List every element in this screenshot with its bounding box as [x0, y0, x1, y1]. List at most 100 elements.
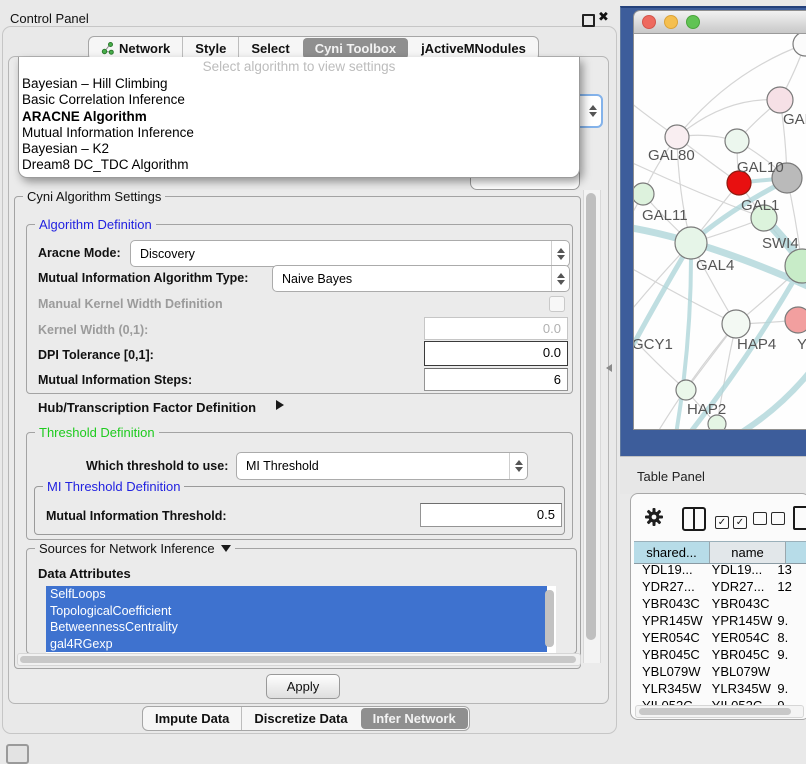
attribute-item-selfloops[interactable]: SelfLoops	[46, 586, 547, 603]
select-all-columns-icon[interactable]: ✓✓	[715, 512, 751, 530]
aracne-mode-select[interactable]: Discovery	[130, 240, 570, 267]
combo-arrows-icon	[509, 453, 527, 479]
split-columns-icon[interactable]	[682, 507, 706, 531]
column-header-shared[interactable]: shared...	[634, 542, 710, 563]
network-window-titlebar[interactable]	[634, 11, 806, 34]
manual-kernel-checkbox[interactable]	[549, 296, 565, 312]
deselect-all-columns-icon[interactable]	[753, 512, 789, 530]
table-row[interactable]: YLR345WYLR345W9.	[634, 681, 806, 698]
table-cell: YER054C	[704, 630, 774, 647]
node-gal[interactable]	[767, 87, 793, 113]
node-gal10[interactable]	[725, 129, 749, 153]
table-horizontal-scrollbar-thumb[interactable]	[639, 708, 791, 715]
attribute-item-gal4rgexp[interactable]: gal4RGexp	[46, 636, 547, 653]
settings-vertical-scrollbar-thumb[interactable]	[586, 193, 596, 640]
table-cell: YBR045C	[704, 647, 774, 664]
node-y-salmon[interactable]	[785, 307, 806, 333]
table-row[interactable]: YER054CYER054C8.	[634, 630, 806, 647]
column-header-col2[interactable]	[786, 542, 806, 563]
column-header-name[interactable]: name	[710, 542, 786, 563]
algorithm-option-bayesian-k2[interactable]: Bayesian – K2	[19, 141, 579, 157]
settings-horizontal-scrollbar-thumb[interactable]	[20, 656, 576, 663]
table-cell: 9.	[773, 647, 806, 664]
node-label-swi4: SWI4	[762, 235, 799, 252]
tab-infer-network[interactable]: Infer Network	[361, 708, 468, 729]
tab-impute-data[interactable]: Impute Data	[143, 707, 241, 730]
mi-steps-field[interactable]: 6	[424, 368, 568, 391]
list-scrollbar-thumb[interactable]	[545, 590, 554, 647]
algorithm-option-bayesian-hill-climbing[interactable]: Bayesian – Hill Climbing	[19, 76, 579, 92]
mi-steps-label: Mutual Information Steps:	[38, 373, 192, 387]
algorithm-option-dream8-dc-tdc-algorithm[interactable]: Dream8 DC_TDC Algorithm	[19, 157, 579, 173]
minimized-panel-icon[interactable]	[6, 744, 29, 764]
table-cell: YLR345W	[634, 681, 704, 698]
node-label-y: Y	[797, 336, 806, 353]
node-label-hap4: HAP4	[737, 336, 776, 353]
algorithm-option-aracne-algorithm[interactable]: ARACNE Algorithm	[19, 109, 579, 125]
attribute-item-betweennesscentrality[interactable]: BetweennessCentrality	[46, 619, 547, 636]
combo-arrows-icon	[551, 241, 569, 266]
node-white-top[interactable]	[793, 34, 806, 56]
algorithm-option-basic-correlation-inference[interactable]: Basic Correlation Inference	[19, 92, 579, 108]
dpi-tolerance-field[interactable]: 0.0	[424, 341, 568, 366]
tab-discretize-data[interactable]: Discretize Data	[241, 707, 359, 730]
window-zoom-icon[interactable]	[686, 15, 700, 29]
attribute-item-topologicalcoefficient[interactable]: TopologicalCoefficient	[46, 603, 547, 620]
network-canvas[interactable]: GALGAL80GAL10GAL1GAL11SWI4GAL4GCY1HAP4YH…	[634, 34, 806, 429]
close-panel-icon[interactable]: ✖	[598, 10, 609, 25]
mi-algorithm-type-label: Mutual Information Algorithm Type:	[38, 271, 248, 285]
table-cell: YBR043C	[634, 596, 704, 613]
data-attributes-list[interactable]: SelfLoopsTopologicalCoefficientBetweenne…	[46, 586, 556, 653]
settings-vertical-scrollbar[interactable]	[583, 190, 601, 663]
tab-label: Cyni Toolbox	[315, 41, 396, 56]
mi-threshold-group-title: MI Threshold Definition	[43, 479, 184, 494]
export-table-icon[interactable]	[793, 506, 806, 530]
which-threshold-select[interactable]: MI Threshold	[236, 452, 528, 480]
settings-horizontal-scrollbar[interactable]	[17, 653, 581, 666]
table-cell: 9.	[773, 681, 806, 698]
table-cell	[773, 664, 806, 681]
kernel-width-field[interactable]: 0.0	[424, 317, 568, 340]
aracne-mode-value: Discovery	[131, 247, 551, 261]
aracne-mode-label: Aracne Mode:	[38, 246, 121, 260]
tab-cyni-toolbox[interactable]: Cyni Toolbox	[303, 38, 408, 59]
gear-icon[interactable]	[644, 507, 664, 527]
table-row[interactable]: YPR145WYPR145W9.	[634, 613, 806, 630]
node-label-gal80: GAL80	[648, 147, 695, 164]
table-cell: YDL19...	[704, 562, 774, 579]
table-cell: 8.	[773, 630, 806, 647]
panel-title: Control Panel	[10, 11, 89, 26]
window-minimize-icon[interactable]	[664, 15, 678, 29]
window-close-icon[interactable]	[642, 15, 656, 29]
node-gal11[interactable]	[634, 183, 654, 205]
table-row[interactable]: YBL079WYBL079W	[634, 664, 806, 681]
node-label-gal1: GAL1	[741, 197, 779, 214]
mi-algorithm-type-select[interactable]: Naive Bayes	[272, 265, 570, 292]
network-graph: GALGAL80GAL10GAL1GAL11SWI4GAL4GCY1HAP4YH…	[634, 34, 806, 430]
tab-label: Network	[119, 41, 170, 56]
table-horizontal-scrollbar[interactable]	[635, 705, 804, 718]
table-row[interactable]: YDL19...YDL19...13	[634, 562, 806, 579]
table-cell: 12	[773, 579, 806, 596]
table-cell: YPR145W	[634, 613, 704, 630]
node-hap2[interactable]	[676, 380, 696, 400]
combo-arrows-icon	[551, 266, 569, 291]
split-pane-collapse-icon[interactable]	[606, 364, 612, 372]
algorithm-popup: Select algorithm to view settings Bayesi…	[18, 57, 580, 178]
algorithm-option-mutual-information-inference[interactable]: Mutual Information Inference	[19, 125, 579, 141]
node-gal4[interactable]	[675, 227, 707, 259]
which-threshold-label: Which threshold to use:	[86, 459, 228, 473]
expander-arrow-icon[interactable]	[276, 400, 284, 410]
table-panel-titlebar: Table Panel	[620, 456, 806, 494]
apply-button[interactable]: Apply	[266, 674, 340, 699]
table-row[interactable]: YDR27...YDR27...12	[634, 579, 806, 596]
mi-threshold-field[interactable]: 0.5	[420, 503, 562, 527]
table-row[interactable]: YBR043CYBR043C	[634, 596, 806, 613]
network-node-labels: GALGAL80GAL10GAL1GAL11SWI4GAL4GCY1HAP4YH…	[634, 111, 806, 418]
table-cell: YER054C	[634, 630, 704, 647]
float-panel-icon[interactable]	[582, 14, 595, 27]
table-row[interactable]: YBR045CYBR045C9.	[634, 647, 806, 664]
node-gal80[interactable]	[665, 125, 689, 149]
node-hap4[interactable]	[722, 310, 750, 338]
collapse-arrow-icon[interactable]	[221, 545, 231, 552]
